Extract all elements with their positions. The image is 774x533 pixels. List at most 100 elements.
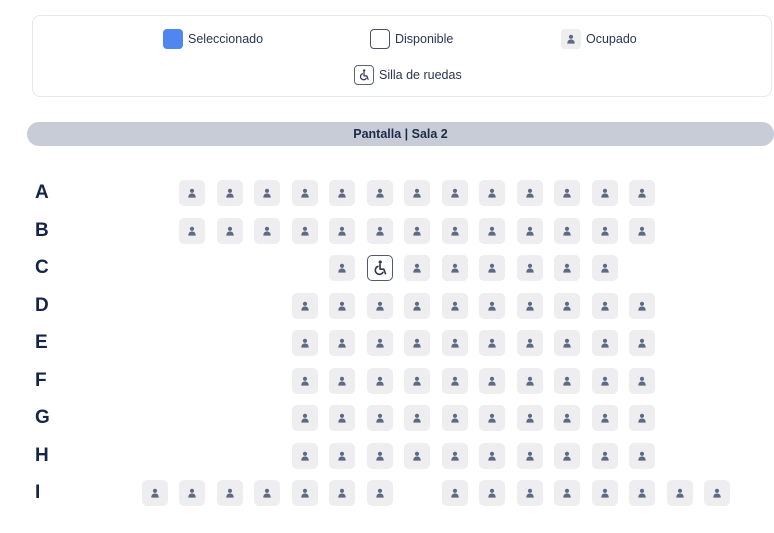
seat-occupied[interactable] (216, 180, 243, 206)
seat-occupied[interactable] (329, 442, 355, 469)
seat-occupied[interactable] (554, 367, 580, 394)
seat-occupied[interactable] (291, 367, 318, 394)
seat-occupied[interactable] (329, 217, 355, 244)
seat-occupied[interactable] (591, 255, 618, 281)
seat-occupied[interactable] (554, 480, 580, 506)
seat-occupied[interactable] (554, 180, 580, 206)
seat-occupied[interactable] (629, 292, 655, 319)
seat-occupied[interactable] (366, 180, 393, 206)
seat-occupied[interactable] (366, 480, 393, 506)
seat-occupied[interactable] (441, 367, 468, 394)
seat-occupied[interactable] (554, 255, 580, 281)
seat-occupied[interactable] (254, 480, 280, 506)
seat-occupied[interactable] (479, 292, 505, 319)
seat-occupied[interactable] (629, 180, 655, 206)
seat-occupied[interactable] (516, 255, 543, 281)
seat-occupied[interactable] (291, 442, 318, 469)
seat-occupied[interactable] (479, 405, 505, 431)
seat-occupied[interactable] (404, 255, 430, 281)
seat-occupied[interactable] (554, 330, 580, 356)
seat-occupied[interactable] (629, 442, 655, 469)
seat-occupied[interactable] (591, 367, 618, 394)
seat-occupied[interactable] (291, 480, 318, 506)
seat-occupied[interactable] (666, 480, 693, 506)
seat-occupied[interactable] (479, 180, 505, 206)
seat-occupied[interactable] (704, 480, 730, 506)
seat-occupied[interactable] (179, 480, 205, 506)
seat-occupied[interactable] (554, 217, 580, 244)
seat-occupied[interactable] (591, 180, 618, 206)
seat-occupied[interactable] (629, 480, 655, 506)
seat-occupied[interactable] (291, 180, 318, 206)
seat-occupied[interactable] (479, 330, 505, 356)
seat-occupied[interactable] (479, 255, 505, 281)
seat-occupied[interactable] (366, 442, 393, 469)
seat-occupied[interactable] (329, 180, 355, 206)
seat-occupied[interactable] (479, 367, 505, 394)
seat-occupied[interactable] (516, 405, 543, 431)
seat-occupied[interactable] (591, 292, 618, 319)
seat-occupied[interactable] (441, 255, 468, 281)
seat-occupied[interactable] (591, 405, 618, 431)
seat-occupied[interactable] (516, 330, 543, 356)
seat-occupied[interactable] (479, 442, 505, 469)
seat-occupied[interactable] (254, 217, 280, 244)
seat-wheelchair[interactable] (366, 255, 393, 281)
seat-occupied[interactable] (329, 367, 355, 394)
seat-occupied[interactable] (216, 480, 243, 506)
seat-occupied[interactable] (629, 330, 655, 356)
seat-occupied[interactable] (516, 442, 543, 469)
seat-occupied[interactable] (441, 330, 468, 356)
seat-occupied[interactable] (591, 330, 618, 356)
seat-occupied[interactable] (404, 217, 430, 244)
seat-occupied[interactable] (591, 480, 618, 506)
seat-occupied[interactable] (591, 442, 618, 469)
seat-occupied[interactable] (479, 217, 505, 244)
seat-occupied[interactable] (404, 442, 430, 469)
seat-occupied[interactable] (216, 217, 243, 244)
seat-occupied[interactable] (329, 292, 355, 319)
person-icon (300, 226, 310, 236)
seat-occupied[interactable] (516, 180, 543, 206)
seat-occupied[interactable] (254, 180, 280, 206)
seat-occupied[interactable] (291, 292, 318, 319)
seat-occupied[interactable] (291, 330, 318, 356)
seat-occupied[interactable] (329, 480, 355, 506)
seat-occupied[interactable] (516, 217, 543, 244)
seat-occupied[interactable] (554, 405, 580, 431)
seat-occupied[interactable] (441, 292, 468, 319)
seat-occupied[interactable] (141, 480, 168, 506)
seat-occupied[interactable] (516, 367, 543, 394)
seat-occupied[interactable] (441, 480, 468, 506)
seat-occupied[interactable] (516, 292, 543, 319)
seat-occupied[interactable] (441, 442, 468, 469)
seat-occupied[interactable] (441, 217, 468, 244)
seat-occupied[interactable] (291, 405, 318, 431)
seat-occupied[interactable] (291, 217, 318, 244)
seat-occupied[interactable] (441, 405, 468, 431)
seat-occupied[interactable] (404, 180, 430, 206)
seat-occupied[interactable] (366, 217, 393, 244)
seat-occupied[interactable] (179, 180, 205, 206)
seat-occupied[interactable] (366, 330, 393, 356)
seat-occupied[interactable] (366, 405, 393, 431)
seat-occupied[interactable] (629, 367, 655, 394)
seat-occupied[interactable] (404, 367, 430, 394)
seat-occupied[interactable] (329, 330, 355, 356)
seat-occupied[interactable] (404, 292, 430, 319)
seat-occupied[interactable] (441, 180, 468, 206)
seat-occupied[interactable] (329, 405, 355, 431)
seat-occupied[interactable] (366, 292, 393, 319)
seat-occupied[interactable] (479, 480, 505, 506)
seat-occupied[interactable] (629, 405, 655, 431)
seat-occupied[interactable] (329, 255, 355, 281)
seat-occupied[interactable] (366, 367, 393, 394)
seat-occupied[interactable] (404, 405, 430, 431)
seat-occupied[interactable] (516, 480, 543, 506)
seat-occupied[interactable] (554, 442, 580, 469)
seat-occupied[interactable] (629, 217, 655, 244)
seat-occupied[interactable] (179, 217, 205, 244)
seat-occupied[interactable] (591, 217, 618, 244)
seat-occupied[interactable] (404, 330, 430, 356)
seat-occupied[interactable] (554, 292, 580, 319)
